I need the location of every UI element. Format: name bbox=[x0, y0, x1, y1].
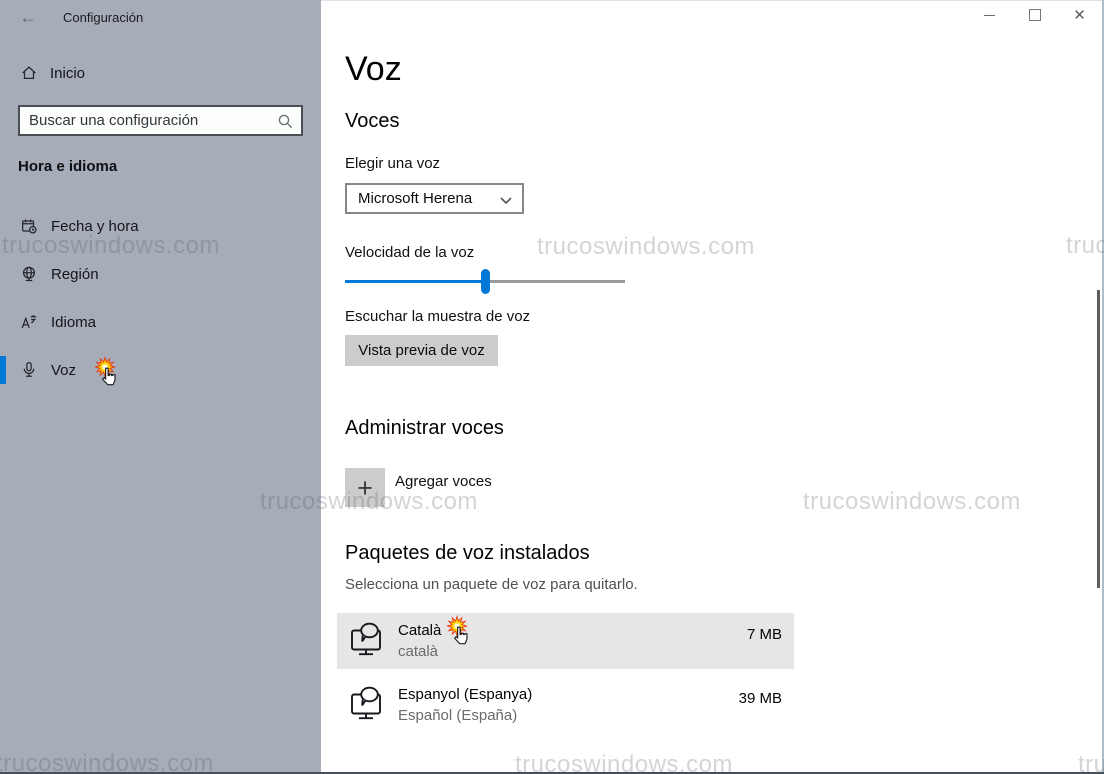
packages-subtitle: Selecciona un paquete de voz para quitar… bbox=[345, 576, 638, 593]
sidebar-item-label: Voz bbox=[51, 362, 76, 379]
package-text: Català català bbox=[398, 620, 471, 662]
package-row-catala[interactable]: Català català 7 MB bbox=[337, 613, 794, 669]
manage-voices-heading: Administrar voces bbox=[345, 417, 504, 440]
sidebar-item-label: Región bbox=[51, 266, 99, 283]
titlebar: ← Configuración bbox=[0, 0, 321, 40]
sidebar-item-home[interactable]: Inicio bbox=[0, 58, 321, 88]
slider-thumb[interactable] bbox=[481, 269, 490, 294]
minimize-button[interactable] bbox=[967, 0, 1012, 30]
desk-globe-icon bbox=[20, 265, 38, 283]
voice-sample-label: Escuchar la muestra de voz bbox=[345, 308, 530, 325]
package-name: Espanyol (Espanya) bbox=[398, 684, 532, 705]
click-burst-cursor bbox=[444, 617, 471, 641]
sidebar-item-label: Idioma bbox=[51, 314, 96, 331]
package-size: 7 MB bbox=[747, 626, 782, 643]
back-button[interactable]: ← bbox=[13, 6, 43, 30]
home-label: Inicio bbox=[50, 65, 85, 82]
sidebar-section-heading: Hora e idioma bbox=[18, 158, 117, 175]
search-box bbox=[18, 105, 303, 136]
main-content: ✕ Voz Voces Elegir una voz Microsoft Her… bbox=[321, 0, 1104, 774]
package-subname: Español (España) bbox=[398, 705, 532, 726]
calendar-clock-icon bbox=[20, 217, 38, 235]
settings-window: ← Configuración Inicio Hora e idioma bbox=[0, 0, 1104, 774]
sidebar-item-voz[interactable]: Voz bbox=[0, 346, 321, 394]
search-input[interactable] bbox=[20, 107, 301, 134]
package-row-espanyol[interactable]: Espanyol (Espanya) Español (España) 39 M… bbox=[337, 677, 794, 733]
chevron-down-icon bbox=[500, 197, 512, 205]
close-button[interactable]: ✕ bbox=[1057, 0, 1102, 30]
sidebar-item-fecha-y-hora[interactable]: Fecha y hora bbox=[0, 202, 321, 250]
voice-package-icon bbox=[346, 621, 386, 661]
sidebar-item-label: Fecha y hora bbox=[51, 218, 139, 235]
package-size: 39 MB bbox=[739, 690, 782, 707]
voice-speed-slider[interactable] bbox=[345, 269, 625, 295]
voices-heading: Voces bbox=[345, 110, 399, 133]
window-controls: ✕ bbox=[967, 0, 1102, 30]
package-name: Català bbox=[398, 620, 441, 641]
hand-cursor-icon bbox=[99, 366, 118, 387]
maximize-icon bbox=[1029, 9, 1041, 21]
sidebar-item-idioma[interactable]: Idioma bbox=[0, 298, 321, 346]
maximize-button[interactable] bbox=[1012, 0, 1057, 30]
page-title: Voz bbox=[345, 50, 402, 89]
add-voices-button[interactable]: + bbox=[345, 468, 385, 507]
sidebar-item-region[interactable]: Región bbox=[0, 250, 321, 298]
voice-speed-label: Velocidad de la voz bbox=[345, 244, 474, 261]
click-burst-cursor bbox=[92, 358, 119, 382]
sidebar-nav: Fecha y hora Región Idioma bbox=[0, 202, 321, 394]
hand-cursor-icon bbox=[451, 625, 470, 646]
voice-dropdown-value: Microsoft Herena bbox=[347, 190, 472, 207]
voice-package-list: Català català 7 MB bbox=[337, 613, 794, 733]
choose-voice-label: Elegir una voz bbox=[345, 155, 440, 172]
search-icon bbox=[277, 113, 294, 130]
voice-package-icon bbox=[346, 685, 386, 725]
package-text: Espanyol (Espanya) Español (España) bbox=[398, 684, 532, 726]
microphone-icon bbox=[20, 361, 38, 379]
installed-packages-heading: Paquetes de voz instalados bbox=[345, 542, 590, 565]
vertical-scrollbar-thumb[interactable] bbox=[1097, 290, 1100, 588]
language-icon bbox=[20, 313, 38, 331]
voice-dropdown[interactable]: Microsoft Herena bbox=[345, 183, 524, 214]
home-icon bbox=[20, 64, 38, 82]
add-voices-label[interactable]: Agregar voces bbox=[395, 473, 492, 490]
sidebar: ← Configuración Inicio Hora e idioma bbox=[0, 0, 321, 774]
slider-fill bbox=[345, 280, 485, 283]
minimize-icon bbox=[984, 15, 995, 16]
app-title: Configuración bbox=[63, 10, 143, 25]
close-icon: ✕ bbox=[1073, 8, 1086, 23]
voice-preview-button[interactable]: Vista previa de voz bbox=[345, 335, 498, 366]
